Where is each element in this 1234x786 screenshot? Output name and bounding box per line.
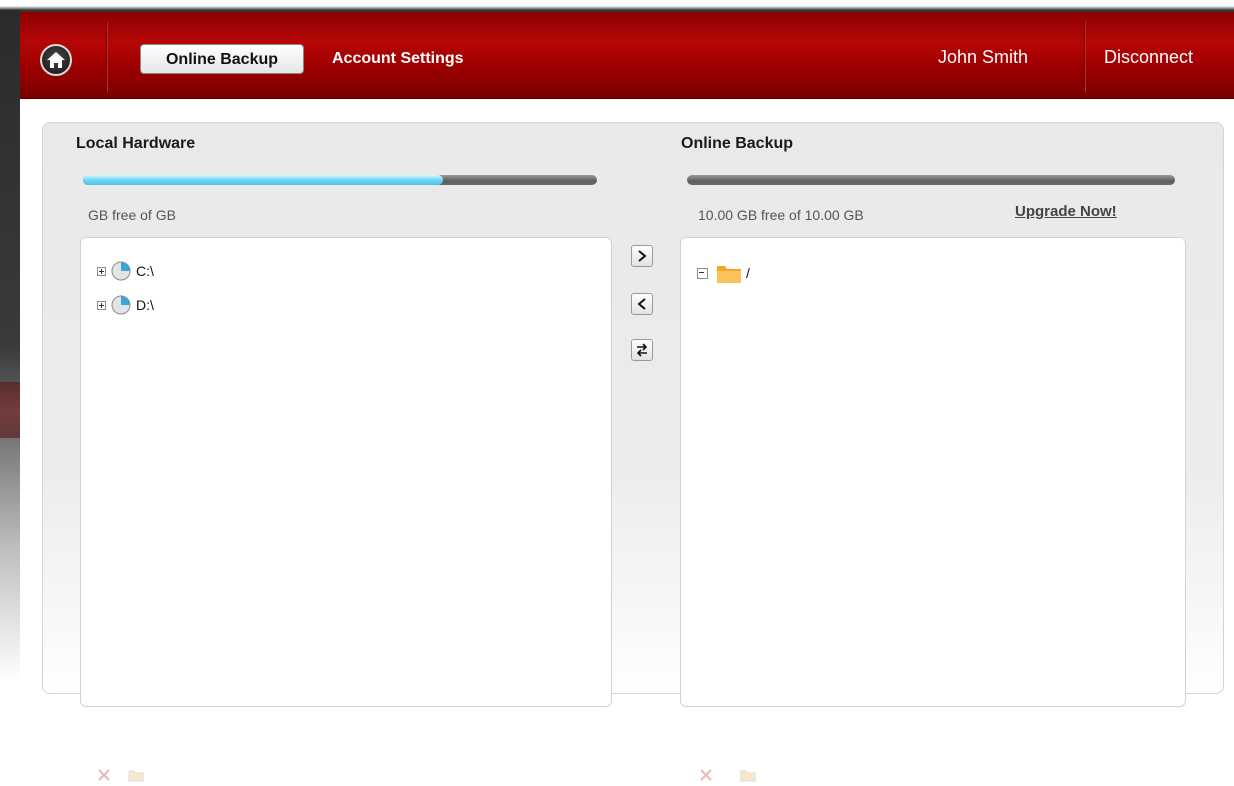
expand-icon[interactable] <box>97 266 106 276</box>
tree-node-root[interactable]: / <box>697 262 750 284</box>
local-file-tree[interactable]: C:\ D:\ <box>80 237 612 782</box>
local-free-space: GB free of GB <box>88 207 176 223</box>
window-chrome-top <box>0 0 1234 12</box>
online-free-space: 10.00 GB free of 10.00 GB <box>698 207 864 223</box>
tree-node-c-drive[interactable]: C:\ <box>97 260 154 282</box>
tab-account-settings[interactable]: Account Settings <box>320 44 476 74</box>
window-chrome-left <box>0 10 20 681</box>
delete-icon[interactable] <box>695 764 717 786</box>
user-name: John Smith <box>938 47 1029 67</box>
expand-icon[interactable] <box>97 300 106 310</box>
disconnect-link[interactable]: Disconnect <box>1104 47 1193 68</box>
restore-to-local-button[interactable] <box>631 293 653 315</box>
tab-online-backup[interactable]: Online Backup <box>140 44 304 74</box>
online-file-tree[interactable]: / <box>680 237 1186 782</box>
tree-node-label: / <box>746 265 750 281</box>
upgrade-now-link[interactable]: Upgrade Now! <box>1015 203 1117 220</box>
copy-to-online-button[interactable] <box>631 245 653 267</box>
drive-icon <box>111 295 131 315</box>
arrow-right-icon <box>638 250 647 262</box>
local-usage-fill <box>83 175 443 185</box>
chrome-accent <box>0 382 20 438</box>
tree-node-label: C:\ <box>136 263 154 279</box>
home-button[interactable] <box>40 44 72 76</box>
nav-divider <box>1084 22 1085 92</box>
home-icon <box>47 52 65 68</box>
top-nav-bar: Online Backup Account Settings John Smit… <box>20 12 1234 99</box>
backup-panel: Local Hardware GB free of GB C:\ D:\ Onl… <box>42 122 1224 782</box>
new-folder-icon[interactable] <box>737 764 759 786</box>
sync-icon <box>636 343 648 357</box>
local-usage-bar <box>83 175 597 185</box>
sync-button[interactable] <box>631 339 653 361</box>
folder-icon <box>717 266 741 283</box>
collapse-icon[interactable] <box>697 267 708 279</box>
local-pane-title: Local Hardware <box>76 135 196 152</box>
tree-node-d-drive[interactable]: D:\ <box>97 294 154 316</box>
arrow-left-icon <box>637 298 646 310</box>
new-folder-icon[interactable] <box>125 764 147 786</box>
delete-icon[interactable] <box>93 764 115 786</box>
online-pane-title: Online Backup <box>681 135 794 152</box>
tree-node-label: D:\ <box>136 297 154 313</box>
online-usage-bar <box>687 175 1175 185</box>
nav-divider <box>106 22 107 92</box>
drive-icon <box>111 261 131 281</box>
